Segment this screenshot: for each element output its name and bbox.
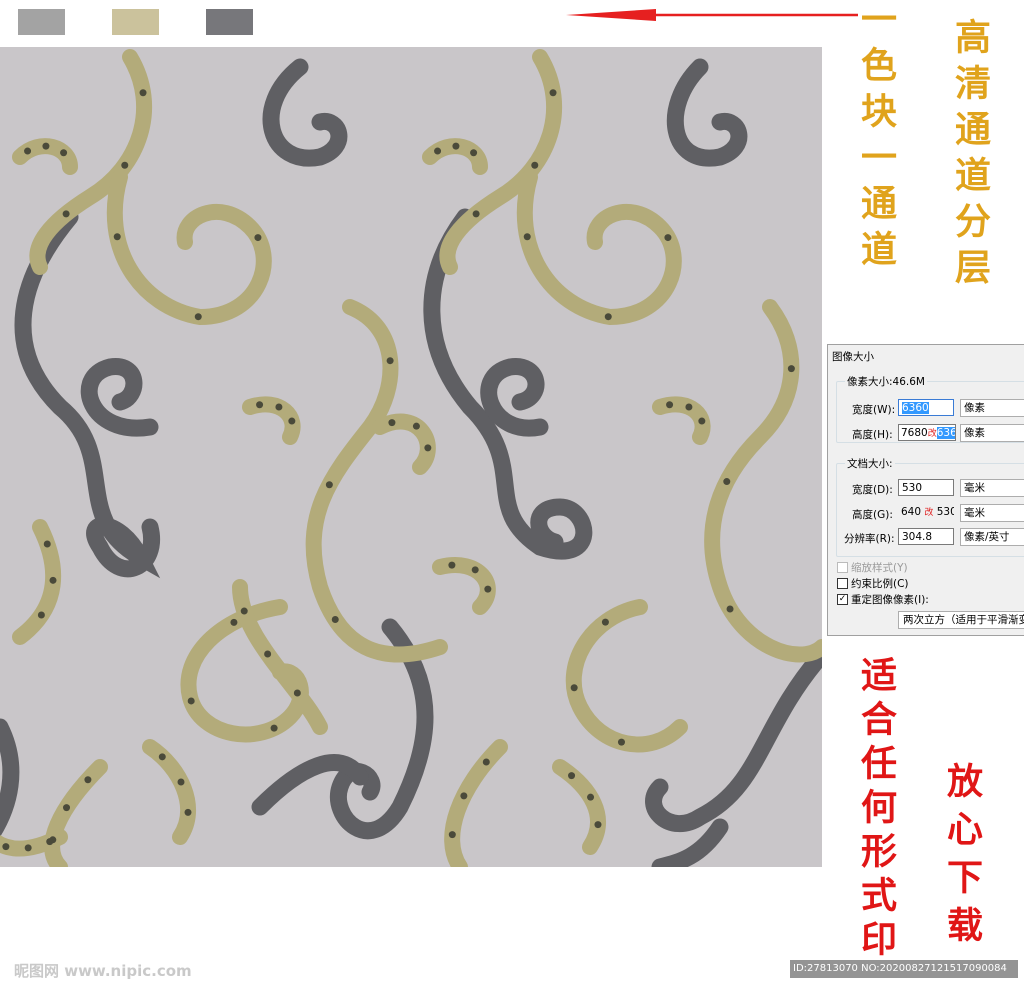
arrow-left-icon: [566, 9, 858, 21]
height-label: 高度(H):: [852, 429, 893, 441]
height-unit-value: 像素: [964, 427, 985, 439]
constrain-proportions-checkbox[interactable]: [837, 578, 848, 589]
height-old-value: 7680: [901, 427, 928, 439]
resolution-input[interactable]: 304.8: [898, 528, 954, 545]
doc-height-change-mark: 改: [924, 508, 934, 518]
doc-height-unit-value: 毫米: [964, 507, 985, 519]
doc-height-value: 530: [936, 506, 954, 518]
doc-width-unit-select[interactable]: 毫米 ⌄: [960, 479, 1024, 497]
image-size-dialog: 图像大小 像素大小:46.6M 宽度(W): 6360 像素 ⌄ 高度(H): …: [827, 344, 1024, 636]
height-value: 6360: [936, 427, 955, 439]
scale-styles-label: 缩放样式(Y): [851, 562, 908, 574]
pixel-group-label: 像素大小:46.6M: [845, 374, 927, 389]
width-unit-select[interactable]: 像素 ⌄: [960, 399, 1024, 417]
swatch-gray: [18, 9, 65, 35]
doc-height-input[interactable]: 640 改 530: [898, 504, 954, 521]
doc-height-label: 高度(G):: [852, 509, 893, 521]
doc-width-input[interactable]: 530: [898, 479, 954, 496]
resample-label: 重定图像像素(I):: [851, 594, 929, 606]
resample-method-select[interactable]: 两次立方（适用于平滑渐变）: [898, 611, 1024, 629]
swatch-gold: [112, 9, 159, 35]
doc-width-unit-value: 毫米: [964, 482, 985, 494]
resolution-unit-select[interactable]: 像素/英寸 ⌄: [960, 528, 1024, 546]
width-input[interactable]: 6360: [898, 399, 954, 416]
doc-width-value: 530: [902, 482, 923, 494]
height-unit-select[interactable]: 像素 ⌄: [960, 424, 1024, 442]
resample-checkbox[interactable]: ✓: [837, 594, 848, 605]
height-change-mark: 改: [927, 429, 937, 439]
doc-group-label: 文档大小:: [845, 456, 895, 471]
resolution-label: 分辨率(R):: [844, 533, 895, 545]
heading-download: 放心下载: [941, 762, 983, 954]
watermark-left: 昵图网 www.nipic.com: [14, 962, 192, 980]
dialog-title: 图像大小: [832, 351, 874, 363]
width-value: 6360: [902, 402, 929, 414]
doc-width-label: 宽度(D):: [852, 484, 893, 496]
swatch-dark: [206, 9, 253, 35]
resolution-unit-value: 像素/英寸: [964, 531, 1010, 543]
constrain-proportions-label: 约束比例(C): [851, 578, 909, 590]
scroll-pattern-image: [0, 47, 822, 867]
height-input[interactable]: 7680改6360: [898, 424, 956, 441]
heading-color-block: 一色块一通道: [855, 0, 897, 276]
watermark-right: ID:27813070 NO:20200827121517090084: [790, 960, 1018, 978]
width-label: 宽度(W):: [852, 404, 896, 416]
scale-styles-checkbox[interactable]: [837, 562, 848, 573]
heading-any-print: 适合任何形式印: [855, 656, 897, 964]
width-unit-value: 像素: [964, 402, 985, 414]
resolution-value: 304.8: [902, 531, 933, 543]
resample-method-value: 两次立方（适用于平滑渐变）: [903, 614, 1024, 626]
doc-height-unit-select[interactable]: 毫米 ⌄: [960, 504, 1024, 522]
heading-hd-layers: 高清通道分层: [949, 18, 991, 294]
doc-height-old-value: 640: [901, 506, 922, 518]
